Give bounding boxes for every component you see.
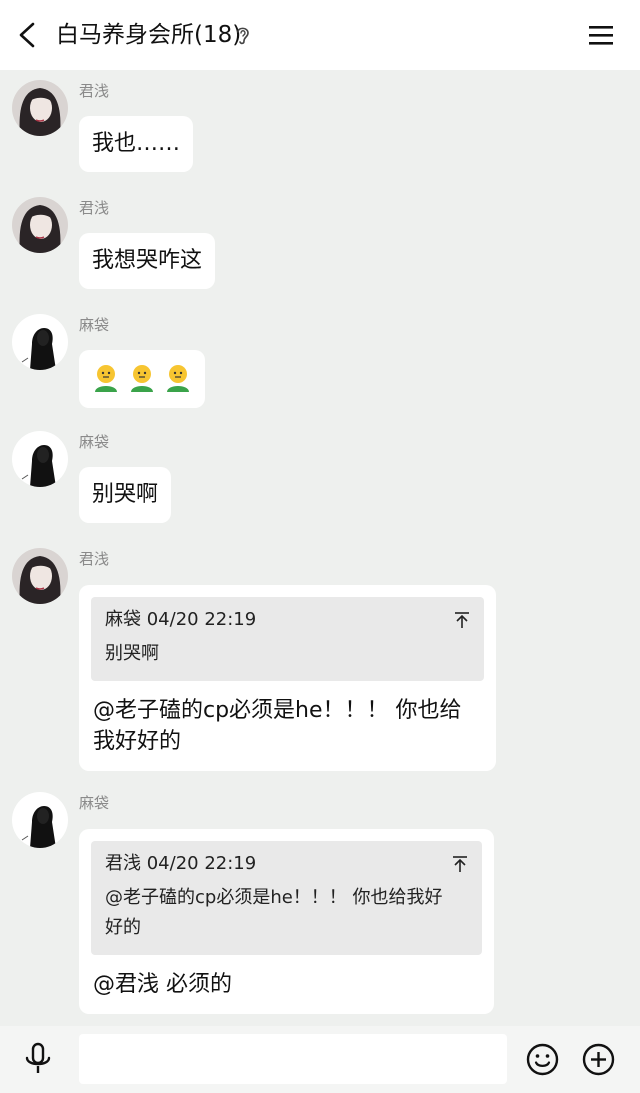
sender-name: 君浅 <box>79 199 110 217</box>
reply-line: 我好好的 <box>93 729 182 754</box>
quote-text: @老子磕的cp必须是he！！！ 你也给我好 好的 <box>105 883 468 943</box>
reply-text: @老子磕的cp必须是he！！！ 你也给 我好好的 <box>91 695 484 757</box>
avatar[interactable] <box>12 80 68 136</box>
input-bar <box>0 1026 640 1093</box>
chat-header: 白马养身会所(18) <box>0 0 640 70</box>
sender-name: 君浅 <box>79 550 110 568</box>
smiley-person-emoji-icon <box>167 365 189 392</box>
menu-icon[interactable] <box>588 23 614 47</box>
quote-text: 别哭啊 <box>105 643 159 664</box>
sender-name: 麻袋 <box>79 794 110 812</box>
message-bubble[interactable]: 麻袋 04/20 22:19 别哭啊 @老子磕的cp必须是he！！！ 你也给 我… <box>79 585 496 771</box>
quoted-message[interactable]: 麻袋 04/20 22:19 别哭啊 <box>91 597 484 681</box>
message-bubble[interactable] <box>79 350 205 408</box>
reply-text: @君浅 必须的 <box>93 972 232 997</box>
smile-icon[interactable] <box>526 1043 559 1076</box>
avatar[interactable] <box>12 548 68 604</box>
quote-line: 好的 <box>105 917 141 938</box>
message-input[interactable] <box>79 1034 507 1084</box>
ear-icon <box>237 27 249 45</box>
sender-name: 君浅 <box>79 82 110 100</box>
sender-name: 麻袋 <box>79 316 110 334</box>
page-title: 白马养身会所(18) <box>56 22 242 48</box>
quoted-message[interactable]: 君浅 04/20 22:19 @老子磕的cp必须是he！！！ 你也给我好 好的 <box>91 841 482 955</box>
emoji-row <box>93 364 191 394</box>
plus-icon[interactable] <box>582 1043 615 1076</box>
avatar[interactable] <box>12 792 68 848</box>
quote-line: @老子磕的cp必须是he！！！ 你也给我好 <box>105 887 443 908</box>
message-bubble[interactable]: 别哭啊 <box>79 467 172 523</box>
jump-to-top-icon[interactable] <box>452 855 468 873</box>
sender-name: 麻袋 <box>79 433 110 451</box>
avatar[interactable] <box>12 314 68 370</box>
avatar[interactable] <box>12 197 68 253</box>
jump-to-top-icon[interactable] <box>454 611 470 629</box>
message-bubble[interactable]: 我想哭咋这 <box>79 233 216 289</box>
microphone-icon[interactable] <box>24 1042 52 1076</box>
smiley-person-emoji-icon <box>95 365 117 392</box>
message-bubble[interactable]: 我也…… <box>79 116 194 172</box>
chevron-left-icon[interactable] <box>14 20 42 50</box>
smiley-person-emoji-icon <box>131 365 153 392</box>
message-list[interactable]: 君浅 我也…… 君浅 我想哭咋这 麻袋 麻袋 别哭啊 君浅 麻袋 04/20 2… <box>0 70 640 1026</box>
quote-header: 君浅 04/20 22:19 <box>105 853 257 874</box>
reply-line: @老子磕的cp必须是he！！！ 你也给 <box>93 698 462 723</box>
quote-header: 麻袋 04/20 22:19 <box>105 609 257 630</box>
avatar[interactable] <box>12 431 68 487</box>
message-bubble[interactable]: 君浅 04/20 22:19 @老子磕的cp必须是he！！！ 你也给我好 好的 … <box>79 829 494 1014</box>
